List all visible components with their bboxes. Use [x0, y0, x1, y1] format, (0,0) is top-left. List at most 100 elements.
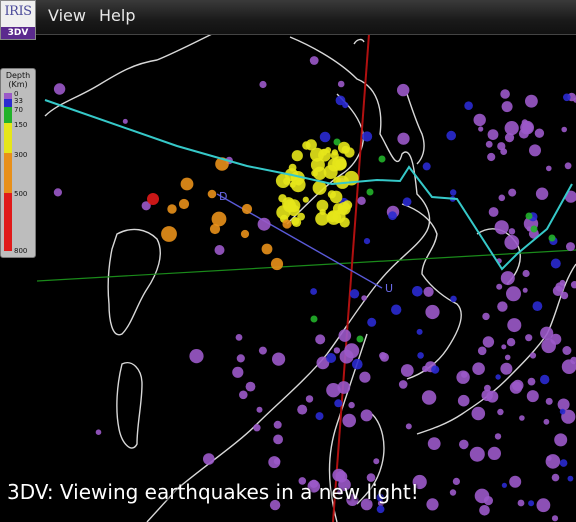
- earthquake-marker: [519, 415, 525, 421]
- earthquake-marker: [362, 131, 373, 142]
- earthquake-marker: [329, 190, 343, 204]
- coastline-west-island: [107, 228, 161, 336]
- earthquake-marker: [253, 424, 261, 432]
- earthquake-marker: [302, 196, 309, 203]
- earthquake-marker: [551, 473, 560, 482]
- earthquake-marker: [501, 101, 513, 113]
- earthquake-marker: [422, 365, 429, 373]
- logo-product: 3DV: [1, 27, 35, 39]
- earthquake-marker: [477, 346, 487, 356]
- earthquake-marker: [554, 433, 568, 447]
- earthquake-marker: [482, 336, 495, 348]
- earthquake-marker: [376, 505, 385, 514]
- earthquake-marker: [315, 412, 324, 421]
- earthquake-marker: [500, 148, 508, 155]
- earthquake-marker: [483, 496, 493, 506]
- earthquake-marker: [494, 433, 502, 440]
- earthquake-marker: [521, 119, 528, 126]
- menu-view[interactable]: View: [48, 6, 86, 25]
- earthquake-marker: [449, 489, 457, 496]
- earthquake-marker: [310, 315, 318, 323]
- earthquake-marker: [532, 301, 543, 311]
- earthquake-marker: [207, 189, 217, 199]
- earthquake-marker: [509, 475, 522, 488]
- earthquake-marker: [536, 498, 551, 513]
- earthquake-marker: [487, 129, 499, 140]
- earthquake-marker: [527, 377, 536, 386]
- earthquake-marker: [482, 312, 490, 321]
- earthquake-marker: [509, 381, 523, 394]
- earthquake-marker: [288, 204, 300, 216]
- earthquake-marker: [525, 212, 533, 220]
- earthquake-marker: [529, 352, 537, 359]
- earthquake-marker: [342, 102, 349, 109]
- earthquake-marker: [508, 228, 516, 235]
- earthquake-marker: [235, 334, 243, 341]
- earthquake-marker: [388, 211, 397, 221]
- earthquake-marker: [319, 131, 331, 143]
- earthquake-marker: [349, 289, 360, 299]
- earthquake-marker: [495, 374, 501, 380]
- earthquake-marker: [471, 406, 486, 421]
- earthquake-marker: [559, 459, 568, 467]
- legend-tick: 800: [14, 247, 28, 255]
- earthquake-marker: [348, 401, 355, 409]
- earthquake-marker: [360, 409, 373, 422]
- earthquake-marker: [339, 349, 354, 364]
- earthquake-marker: [373, 458, 380, 465]
- coastline-north-east: [406, 93, 425, 165]
- earthquake-marker: [457, 394, 470, 407]
- earthquake-marker: [517, 499, 525, 507]
- earthquake-marker: [337, 80, 345, 88]
- earthquake-marker: [310, 288, 317, 295]
- earthquake-marker: [479, 505, 490, 516]
- earthquake-marker: [528, 500, 535, 507]
- legend-tick: 70: [14, 106, 23, 114]
- earthquake-marker: [259, 80, 267, 89]
- earthquake-marker: [496, 283, 503, 290]
- legend-swatch-500-800: [4, 193, 12, 251]
- earthquake-marker: [461, 371, 468, 378]
- earthquake-marker: [214, 245, 225, 255]
- earthquake-marker: [315, 334, 326, 345]
- earthquake-marker: [487, 446, 501, 460]
- earthquake-marker: [494, 220, 509, 235]
- depth-legend: Depth (Km) 0 33 70 150 300 500 800: [0, 68, 36, 258]
- earthquake-map-view[interactable]: D U: [37, 34, 576, 522]
- earthquake-marker: [178, 198, 190, 210]
- earthquake-marker: [319, 208, 326, 216]
- earthquake-marker: [239, 390, 248, 400]
- menu-help[interactable]: Help: [99, 6, 135, 25]
- earthquake-marker: [291, 150, 303, 162]
- earthquake-marker: [459, 439, 469, 450]
- earthquake-marker: [258, 346, 267, 355]
- earthquake-marker: [522, 269, 530, 278]
- earthquake-marker: [361, 295, 367, 301]
- earthquake-marker: [309, 56, 319, 65]
- caption-text: 3DV: Viewing earthquakes in a new light!: [7, 480, 419, 504]
- earthquake-marker: [313, 166, 327, 180]
- earthquake-marker: [427, 437, 441, 450]
- earthquake-marker: [53, 188, 62, 197]
- earthquake-marker: [326, 353, 337, 363]
- earthquake-marker: [95, 429, 102, 436]
- earthquake-marker: [525, 334, 533, 342]
- coastline-main-island: [146, 36, 431, 522]
- earthquake-marker: [240, 229, 250, 239]
- earthquake-marker: [203, 453, 215, 465]
- legend-title-line2: (Km): [8, 80, 28, 89]
- earthquake-marker: [338, 329, 352, 342]
- earthquake-marker: [359, 371, 371, 383]
- earthquake-marker: [534, 128, 545, 138]
- earthquake-marker: [397, 132, 410, 145]
- earthquake-marker: [563, 93, 571, 102]
- earthquake-marker: [53, 83, 66, 95]
- earthquake-marker: [545, 397, 553, 405]
- earthquake-marker: [484, 384, 491, 392]
- earthquake-marker: [552, 285, 564, 296]
- earthquake-marker: [405, 423, 412, 430]
- earthquake-marker: [507, 318, 522, 333]
- earthquake-marker: [330, 151, 339, 160]
- parallel-line: [37, 249, 576, 282]
- earthquake-marker: [326, 383, 341, 398]
